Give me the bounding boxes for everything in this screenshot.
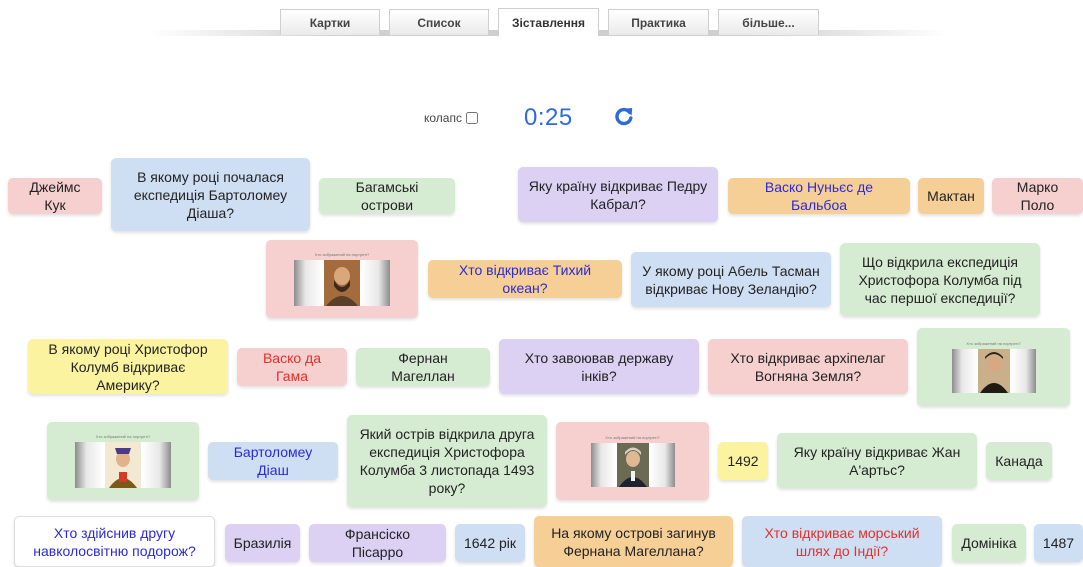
match-card-portrait[interactable]: Хто зображений на портреті?	[47, 422, 199, 500]
match-card[interactable]: Хто відкриває архіпелаг Вогняна Земля?	[708, 339, 908, 394]
collapse-control: колапс	[424, 111, 478, 125]
card-text: 1492	[727, 453, 759, 469]
match-card[interactable]: Хто завоював державу інків?	[499, 339, 699, 394]
card-text: У якому році Абель Тасман відкриває Нову…	[642, 262, 820, 297]
tab-cards[interactable]: Картки	[280, 9, 380, 35]
card-text: Хто відкриває морський шлях до Індії?	[764, 524, 920, 559]
collapse-checkbox[interactable]	[465, 112, 478, 124]
match-card[interactable]: Яку країну відкриває Педру Кабрал?	[518, 167, 718, 222]
portrait-caption: Хто зображений на портреті?	[314, 252, 370, 257]
portrait-caption: Хто зображений на портреті?	[966, 341, 1021, 346]
collapse-label: колапс	[424, 111, 462, 125]
match-card[interactable]: Бартоломеу Діаш	[208, 442, 338, 480]
match-card[interactable]: Мактан	[918, 178, 984, 214]
match-card[interactable]: Бразилія	[225, 524, 300, 562]
match-card[interactable]: Франсіско Пісарро	[309, 524, 446, 562]
card-text: Хто відкриває Тихий океан?	[458, 262, 592, 296]
card-text: Франсіско Пісарро	[344, 526, 411, 560]
card-text: Васко да Гама	[262, 350, 322, 384]
card-text: Бразилія	[233, 535, 292, 551]
match-card[interactable]: Фернан Магеллан	[356, 348, 490, 386]
card-text: Хто завоював державу інків?	[524, 349, 674, 384]
match-card-portrait[interactable]: Хто зображений на портреті?	[917, 328, 1070, 406]
card-text: Марко Поло	[1016, 179, 1059, 213]
match-card[interactable]: Джеймс Кук	[8, 178, 102, 214]
match-card[interactable]: 1487	[1034, 524, 1083, 562]
match-card[interactable]: Васко да Гама	[237, 348, 347, 386]
card-text: Бартоломеу Діаш	[233, 444, 313, 478]
match-card[interactable]: Який острів відкрила друга експедиція Хр…	[347, 415, 547, 507]
timer: 0:25	[524, 104, 573, 131]
card-text: Джеймс Кук	[29, 179, 81, 213]
tab-match[interactable]: Зіставлення	[498, 8, 599, 36]
portrait-cook-icon	[616, 443, 649, 487]
refresh-icon[interactable]	[612, 104, 636, 128]
card-text: Яку країну відкриває Педру Кабрал?	[528, 177, 708, 212]
card-text: Багамські острови	[355, 179, 419, 213]
match-card-portrait[interactable]: Хто зображений на портреті?	[266, 240, 418, 318]
match-card-portrait[interactable]: Хто зображений на портреті?	[556, 422, 709, 500]
tab-practice[interactable]: Практика	[608, 9, 709, 35]
card-text: Домініка	[961, 535, 1017, 551]
card-text: Хто здійснив другу навколосвітню подорож…	[33, 524, 196, 559]
portrait-tasman-icon	[977, 349, 1010, 393]
portrait-vasco-icon	[105, 442, 141, 488]
card-text: Яку країну відкриває Жан А'артьс?	[793, 443, 961, 478]
match-card[interactable]: 1642 рік	[455, 524, 525, 562]
card-text: Канада	[995, 453, 1043, 469]
portrait-caption: Хто зображений на портреті?	[95, 434, 151, 439]
card-text: 1642 рік	[463, 535, 517, 551]
card-text: На якому острові загинув Фернана Магелла…	[551, 524, 716, 559]
portrait-magellan-icon	[324, 260, 360, 306]
portrait-caption: Хто зображений на портреті?	[605, 435, 660, 440]
match-card[interactable]: Багамські острови	[319, 178, 455, 214]
match-card[interactable]: Хто здійснив другу навколосвітню подорож…	[14, 516, 215, 567]
match-card[interactable]: Канада	[986, 442, 1052, 480]
match-card[interactable]: В якому році Христофор Колумб відкриває …	[28, 339, 228, 394]
card-text: Фернан Магеллан	[391, 350, 455, 384]
portrait-image: Хто зображений на портреті?	[75, 434, 171, 488]
tab-more[interactable]: більше...	[718, 9, 819, 35]
portrait-image: Хто зображений на портреті?	[294, 252, 390, 306]
card-text: 1487	[1042, 535, 1075, 551]
match-card[interactable]: В якому році почалася експедиція Бартоло…	[111, 158, 310, 231]
match-card[interactable]: Хто відкриває Тихий океан?	[428, 260, 622, 298]
portrait-image: Хто зображений на портреті?	[951, 341, 1036, 393]
card-text: Який острів відкрила друга експедиція Хр…	[359, 426, 535, 496]
tab-bar: Картки Список Зіставлення Практика більш…	[150, 0, 950, 38]
portrait-image: Хто зображений на портреті?	[590, 435, 675, 487]
match-card[interactable]: На якому острові загинув Фернана Магелла…	[534, 516, 733, 567]
card-text: Васко Нуньєс де Бальбоа	[764, 179, 874, 213]
match-card[interactable]: 1492	[718, 442, 768, 480]
card-text: В якому році Христофор Колумб відкриває …	[48, 340, 208, 393]
match-card[interactable]: У якому році Абель Тасман відкриває Нову…	[631, 252, 831, 307]
card-text: В якому році почалася експедиція Бартоло…	[133, 168, 288, 221]
match-card[interactable]: Васко Нуньєс де Бальбоа	[728, 178, 910, 214]
match-card[interactable]: Яку країну відкриває Жан А'артьс?	[777, 433, 977, 488]
tab-list[interactable]: Список	[389, 9, 489, 35]
card-text: Мактан	[927, 188, 975, 204]
match-card[interactable]: Домініка	[952, 524, 1026, 562]
card-text: Що відкрила експедиція Христофора Колумб…	[858, 253, 1022, 306]
match-card[interactable]: Хто відкриває морський шлях до Індії?	[742, 516, 942, 567]
match-card[interactable]: Що відкрила експедиція Христофора Колумб…	[840, 243, 1040, 316]
match-card[interactable]: Марко Поло	[992, 178, 1083, 214]
card-text: Хто відкриває архіпелаг Вогняна Земля?	[730, 349, 886, 384]
